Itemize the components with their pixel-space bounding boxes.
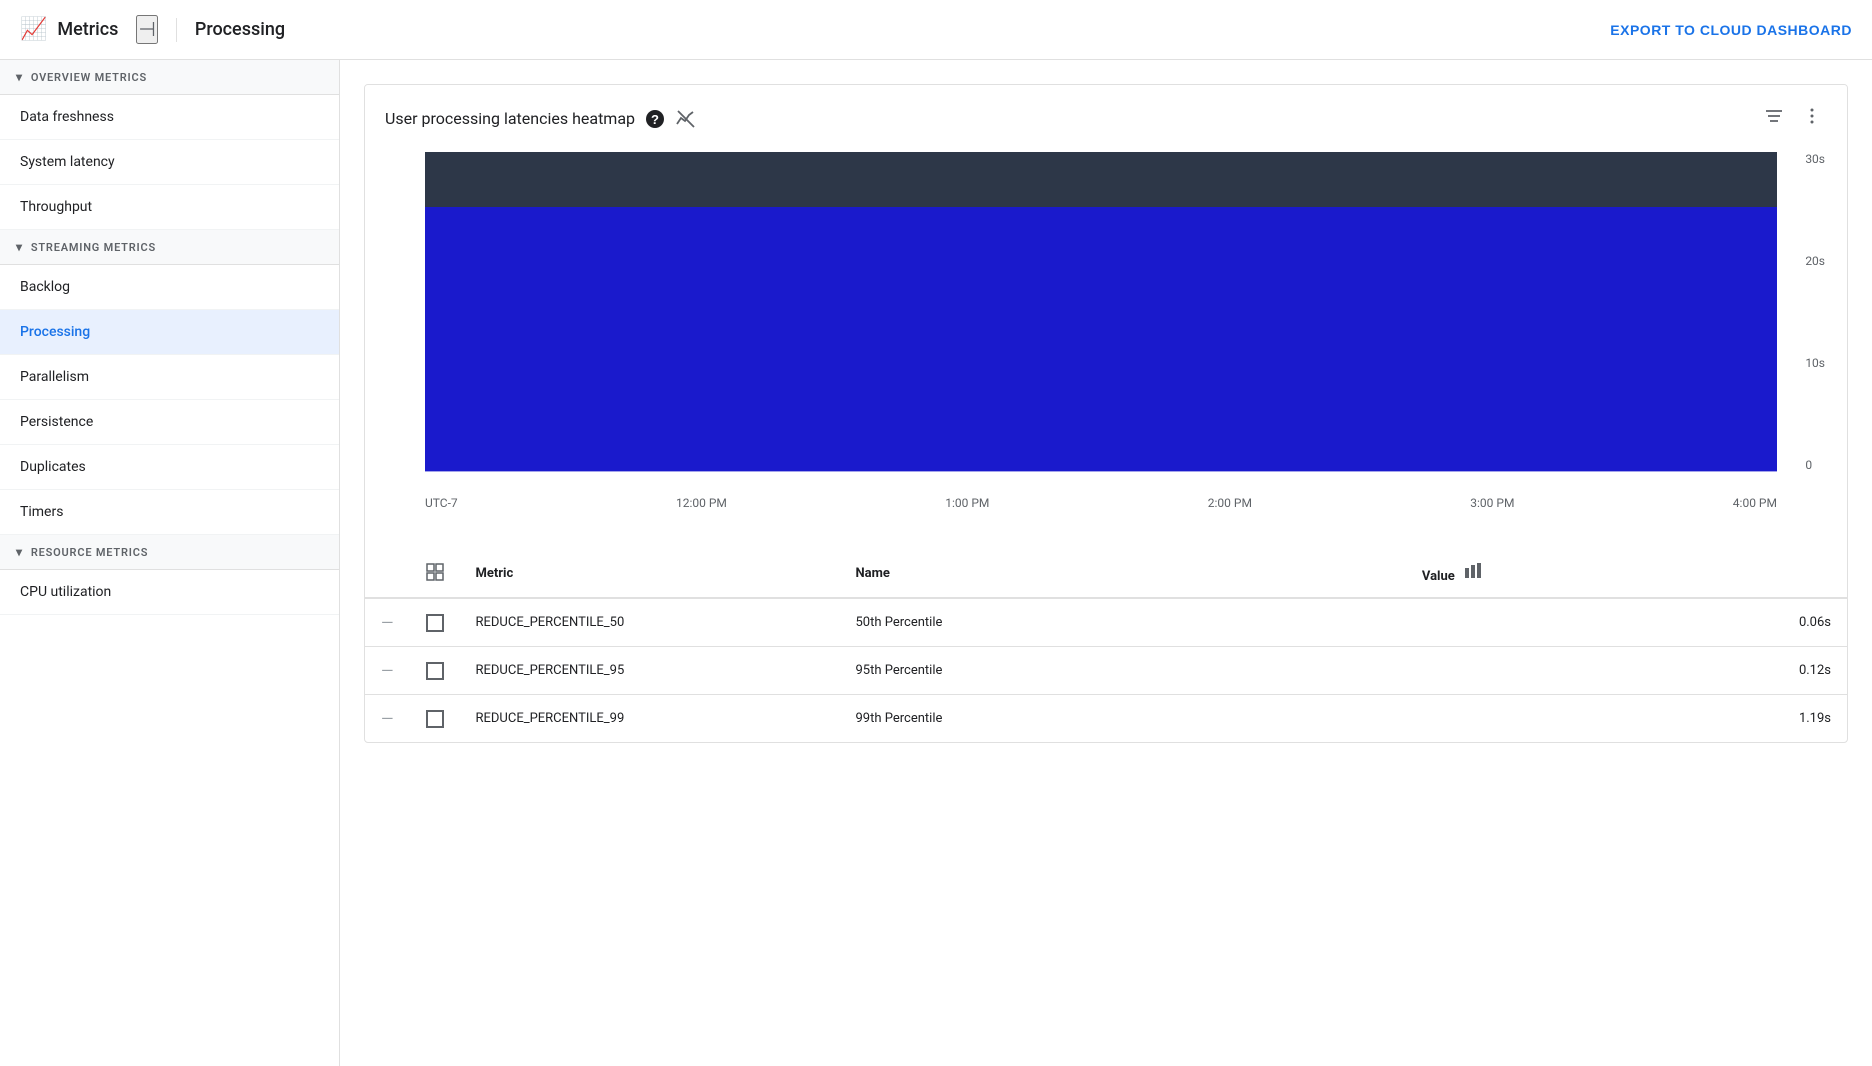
table-row: — REDUCE_PERCENTILE_99 99th Percentile 1… [365,695,1847,743]
sidebar: ▾ OVERVIEW METRICS Data freshnessSystem … [0,60,340,1066]
chart-title-row: User processing latencies heatmap ? [385,108,697,130]
x-axis: UTC-7 12:00 PM 1:00 PM 2:00 PM 3:00 PM 4… [425,496,1777,510]
row-checkbox-0[interactable] [410,598,460,647]
section-label: OVERVIEW METRICS [31,71,147,84]
svg-text:?: ? [651,112,659,127]
more-options-button[interactable] [1797,101,1827,136]
chart-actions [1759,101,1827,136]
y-axis: 30s 20s 10s 0 [1805,152,1825,472]
section-label: STREAMING METRICS [31,241,156,254]
heatmap-background [425,152,1777,492]
dash-icon: — [381,613,394,632]
y-label-30s: 30s [1805,152,1825,166]
header-left: 📈 Metrics ⊣ Processing [20,15,285,44]
chevron-down-icon: ▾ [16,70,23,84]
heatmap-dark-band [425,152,1777,207]
sidebar-item-backlog[interactable]: Backlog [0,265,339,310]
sidebar-section-resource[interactable]: ▾ RESOURCE METRICS [0,535,339,570]
y-label-10s: 10s [1805,356,1825,370]
row-name-1: 95th Percentile [840,647,1406,695]
col-header-metric: Metric [460,550,840,598]
x-label-100pm: 1:00 PM [945,496,989,510]
chevron-down-icon: ▾ [16,240,23,254]
col-header-value: Value [1406,550,1847,598]
sidebar-item-parallelism[interactable]: Parallelism [0,355,339,400]
more-vert-icon [1801,105,1823,127]
heatmap-container: 30s 20s 10s 0 UTC-7 12:00 PM 1:00 PM 2:0… [365,152,1847,550]
collapse-sidebar-button[interactable]: ⊣ [136,15,157,44]
x-label-300pm: 3:00 PM [1470,496,1514,510]
metric-col-label: Metric [476,566,514,581]
metrics-line-icon [675,108,697,130]
row-checkbox[interactable] [426,614,444,632]
row-name-0: 50th Percentile [840,598,1406,647]
table-row: — REDUCE_PERCENTILE_50 50th Percentile 0… [365,598,1847,647]
app-header: 📈 Metrics ⊣ Processing EXPORT TO CLOUD D… [0,0,1872,60]
chart-title: User processing latencies heatmap [385,109,635,128]
row-value-0: 0.06s [1406,598,1847,647]
sidebar-item-persistence[interactable]: Persistence [0,400,339,445]
col-header-name: Name [840,550,1406,598]
dash-icon: — [381,661,394,680]
sidebar-item-processing[interactable]: Processing [0,310,339,355]
sidebar-item-timers[interactable]: Timers [0,490,339,535]
row-checkbox[interactable] [426,710,444,728]
table-grid-icon [426,566,444,585]
row-name-2: 99th Percentile [840,695,1406,743]
filter-icon [1763,105,1785,127]
y-label-0: 0 [1805,458,1812,472]
app-title: Metrics [57,19,118,40]
chevron-down-icon: ▾ [16,545,23,559]
col-header-checkbox [410,550,460,598]
name-col-label: Name [856,566,890,581]
row-metric-0: REDUCE_PERCENTILE_50 [460,598,840,647]
table-row: — REDUCE_PERCENTILE_95 95th Percentile 0… [365,647,1847,695]
chart-header: User processing latencies heatmap ? [365,85,1847,152]
sidebar-section-streaming[interactable]: ▾ STREAMING METRICS [0,230,339,265]
metrics-table: Metric Name Value [365,550,1847,742]
sidebar-section-overview[interactable]: ▾ OVERVIEW METRICS [0,60,339,95]
chart-help-button[interactable]: ? [645,109,665,129]
header-divider [176,18,177,42]
heatmap-thin-line [425,471,1777,474]
x-label-400pm: 4:00 PM [1733,496,1777,510]
sidebar-item-throughput[interactable]: Throughput [0,185,339,230]
metrics-logo-icon: 📈 [20,17,47,42]
row-dash-1: — [365,647,410,695]
column-chart-icon[interactable] [1464,564,1482,585]
row-value-1: 0.12s [1406,647,1847,695]
value-col-label: Value [1422,569,1455,584]
filter-button[interactable] [1759,101,1789,136]
help-icon: ? [645,109,665,129]
row-metric-2: REDUCE_PERCENTILE_99 [460,695,840,743]
col-header-dash [365,550,410,598]
export-to-cloud-dashboard-button[interactable]: EXPORT TO CLOUD DASHBOARD [1610,22,1852,38]
sidebar-item-data-freshness[interactable]: Data freshness [0,95,339,140]
page-title: Processing [195,19,285,40]
row-checkbox[interactable] [426,662,444,680]
sidebar-item-duplicates[interactable]: Duplicates [0,445,339,490]
row-checkbox-2[interactable] [410,695,460,743]
main-content: User processing latencies heatmap ? [340,60,1872,1066]
sidebar-item-cpu-utilization[interactable]: CPU utilization [0,570,339,615]
row-dash-2: — [365,695,410,743]
sidebar-item-system-latency[interactable]: System latency [0,140,339,185]
dash-icon: — [381,709,394,728]
row-dash-0: — [365,598,410,647]
x-label-1200pm: 12:00 PM [676,496,727,510]
heatmap-blue-band [425,207,1777,472]
heatmap-chart: 30s 20s 10s 0 [425,152,1777,492]
row-metric-1: REDUCE_PERCENTILE_95 [460,647,840,695]
x-label-timezone: UTC-7 [425,496,458,510]
chart-card: User processing latencies heatmap ? [364,84,1848,743]
y-label-20s: 20s [1805,254,1825,268]
no-data-icon-button[interactable] [675,108,697,130]
x-label-200pm: 2:00 PM [1208,496,1252,510]
row-value-2: 1.19s [1406,695,1847,743]
section-label: RESOURCE METRICS [31,546,148,559]
main-layout: ▾ OVERVIEW METRICS Data freshnessSystem … [0,60,1872,1066]
row-checkbox-1[interactable] [410,647,460,695]
